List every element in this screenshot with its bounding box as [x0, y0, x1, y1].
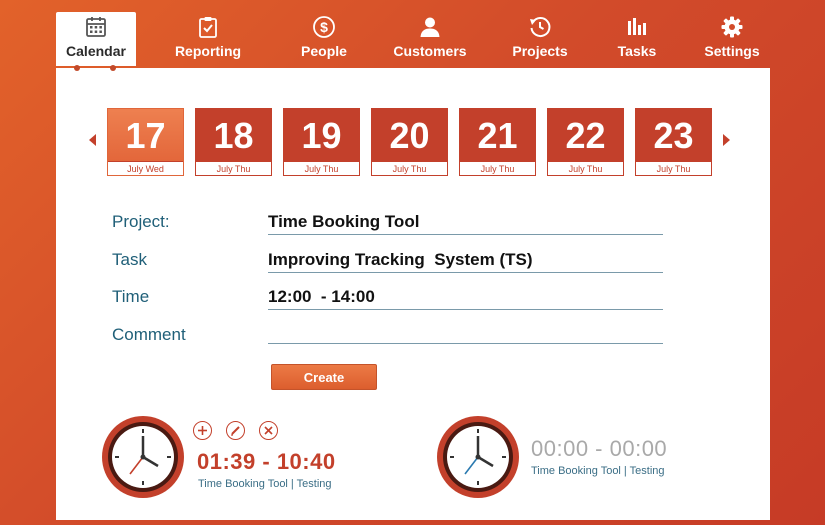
pencil-icon: [231, 426, 240, 436]
booking-time: 00:00 - 00:00: [531, 436, 668, 461]
comment-field[interactable]: [268, 318, 663, 344]
project-field[interactable]: [268, 209, 663, 235]
delete-booking-button[interactable]: [259, 421, 278, 440]
nav-label: Customers: [393, 43, 467, 59]
date-day: 19: [301, 115, 342, 156]
nav-label: Reporting: [174, 43, 242, 59]
time-label: Time: [112, 287, 150, 306]
active-tab-indicator: [74, 65, 116, 71]
time-field[interactable]: [268, 284, 663, 310]
nav-label: Settings: [704, 43, 760, 59]
date-label: July Thu: [460, 161, 535, 175]
nav-label: Calendar: [66, 43, 126, 59]
date-day: 20: [389, 115, 430, 156]
next-dates-icon[interactable]: [721, 132, 733, 148]
history-icon: [530, 17, 551, 37]
date-label: July Thu: [284, 161, 359, 175]
nav-label: Tasks: [617, 43, 657, 59]
booking-subtitle: Time Booking Tool | Testing: [531, 465, 665, 477]
nav-customers[interactable]: Customers: [386, 12, 474, 66]
top-navigation: Calendar Reporting $ People Customers Pr…: [0, 0, 825, 70]
dollar-circle-icon: $: [313, 16, 335, 38]
plus-icon: [198, 426, 207, 435]
task-field[interactable]: [268, 247, 663, 273]
date-card[interactable]: 18 July Thu: [195, 108, 272, 176]
task-label: Task: [112, 250, 147, 269]
clock-icon: [437, 416, 519, 498]
svg-text:$: $: [320, 19, 328, 35]
date-label: July Wed: [108, 161, 183, 175]
prev-dates-icon[interactable]: [86, 132, 98, 148]
nav-settings[interactable]: Settings: [696, 12, 768, 66]
nav-label: Projects: [512, 43, 568, 59]
add-booking-button[interactable]: [193, 421, 212, 440]
date-card[interactable]: 21 July Thu: [459, 108, 536, 176]
nav-calendar[interactable]: Calendar: [56, 12, 136, 66]
comment-label: Comment: [112, 325, 186, 344]
date-label: July Thu: [196, 161, 271, 175]
date-card[interactable]: 22 July Thu: [547, 108, 624, 176]
clock-icon: [102, 416, 184, 498]
date-day: 17: [125, 115, 166, 156]
date-day: 23: [653, 115, 694, 156]
calendar-icon: [86, 17, 106, 37]
nav-people[interactable]: $ People: [292, 12, 356, 66]
date-card[interactable]: 17 July Wed: [107, 108, 184, 176]
date-label: July Thu: [636, 161, 711, 175]
date-card[interactable]: 20 July Thu: [371, 108, 448, 176]
date-card[interactable]: 23 July Thu: [635, 108, 712, 176]
close-icon: [264, 426, 273, 435]
date-card[interactable]: 19 July Thu: [283, 108, 360, 176]
create-button[interactable]: Create: [271, 364, 377, 390]
date-day: 18: [213, 115, 254, 156]
nav-label: People: [301, 43, 347, 59]
nav-reporting[interactable]: Reporting: [166, 12, 250, 66]
project-label: Project:: [112, 212, 170, 231]
edit-booking-button[interactable]: [226, 421, 245, 440]
date-day: 22: [565, 115, 606, 156]
user-icon: [420, 17, 440, 37]
bar-chart-icon: [628, 18, 646, 35]
nav-projects[interactable]: Projects: [505, 12, 575, 66]
date-label: July Thu: [548, 161, 623, 175]
booking-time: 01:39 - 10:40: [197, 449, 336, 474]
booking-subtitle: Time Booking Tool | Testing: [198, 478, 332, 490]
date-label: July Thu: [372, 161, 447, 175]
gear-icon: [721, 16, 743, 38]
date-day: 21: [477, 115, 518, 156]
nav-tasks[interactable]: Tasks: [609, 12, 665, 66]
clipboard-check-icon: [199, 17, 217, 38]
